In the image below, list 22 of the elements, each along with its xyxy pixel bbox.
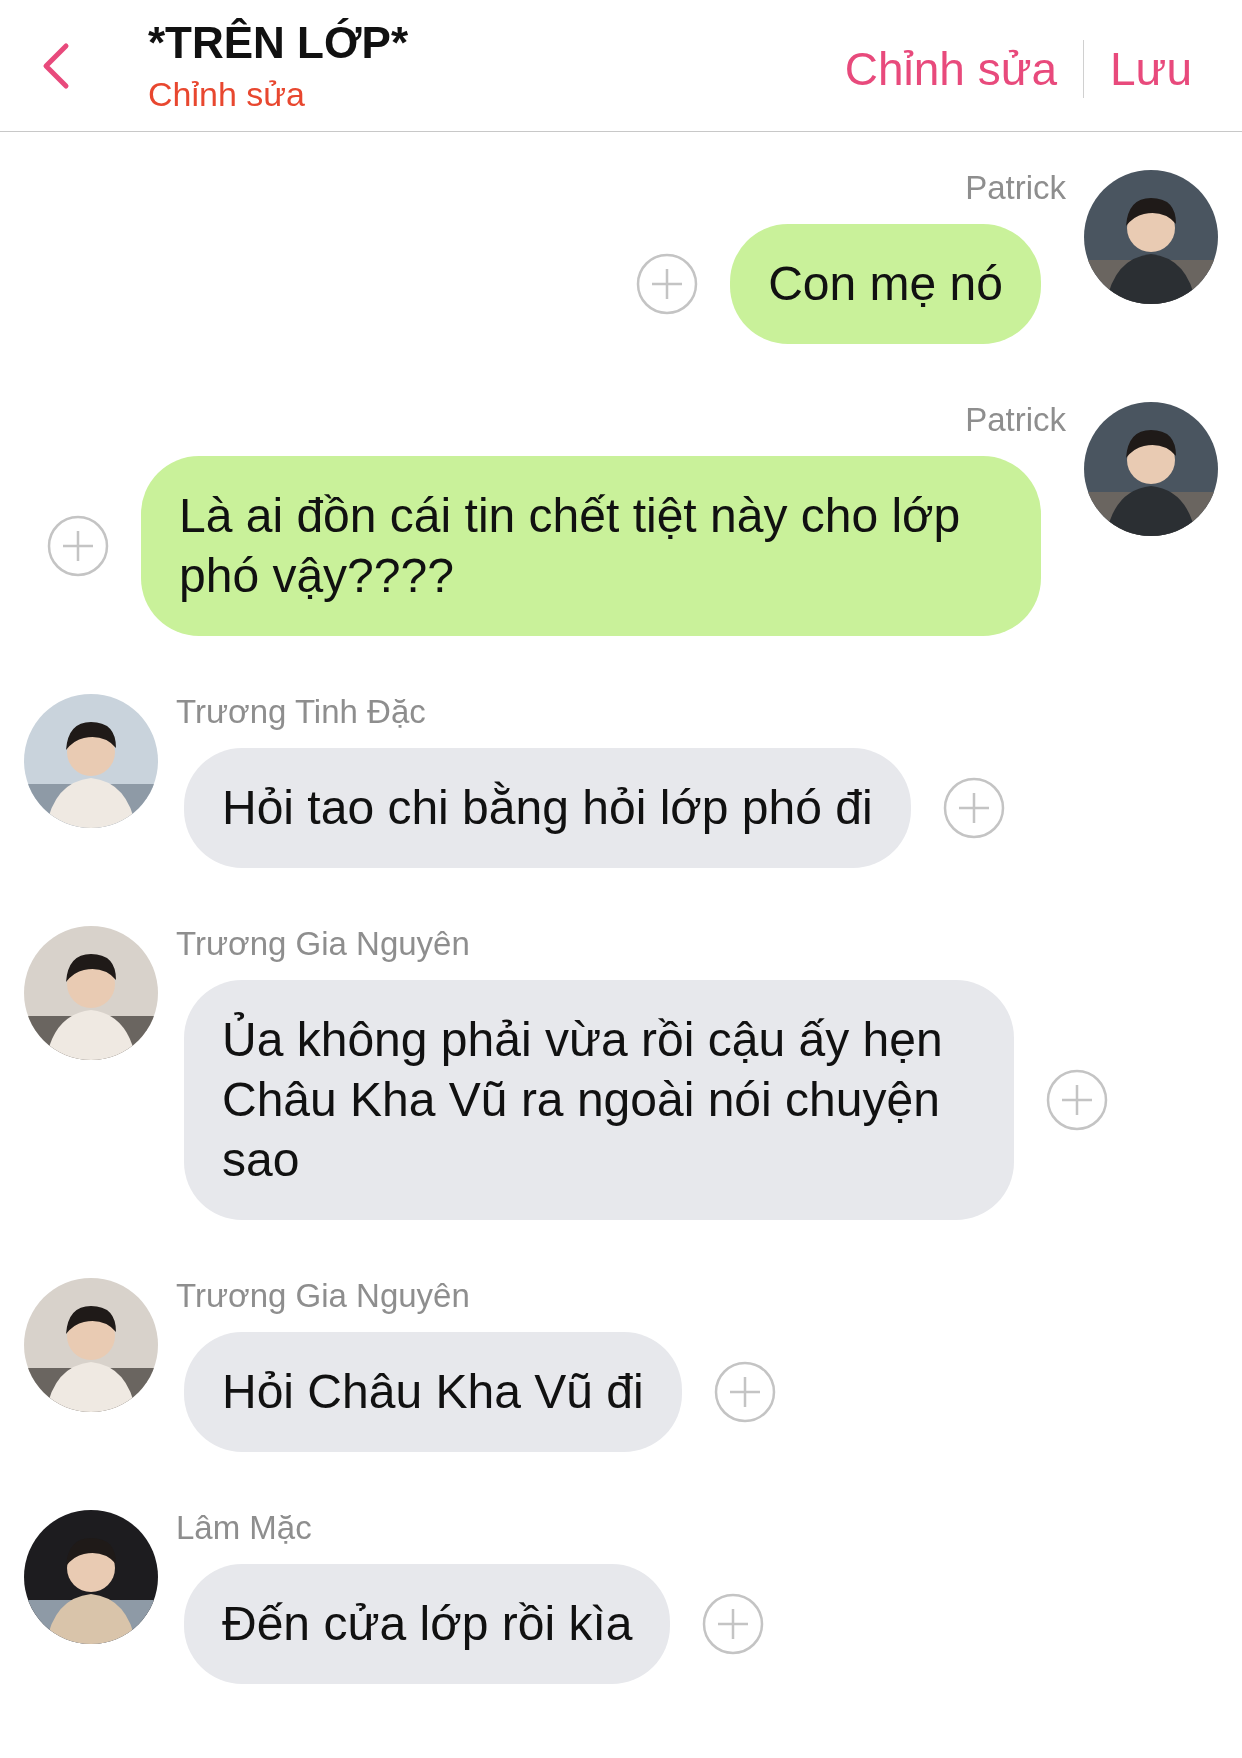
edit-button[interactable]: Chỉnh sửa: [818, 41, 1084, 96]
message-bubble: Ủa không phải vừa rồi cậu ấy hẹn Châu Kha Vũ ra ngoài nói chuyện sao: [184, 980, 1014, 1220]
add-reaction-icon[interactable]: [702, 1593, 765, 1655]
message-bubble: Hỏi Châu Kha Vũ đi: [184, 1332, 682, 1452]
sender-name: Trương Tinh Đặc: [176, 694, 426, 730]
sender-name: Trương Gia Nguyên: [176, 926, 470, 962]
add-reaction-icon[interactable]: [1046, 1069, 1108, 1131]
message-bubble: Đến cửa lớp rồi kìa: [184, 1564, 671, 1684]
message-bubble: Là ai đồn cái tin chết tiệt này cho lớp phó vậy????: [141, 456, 1041, 636]
sender-name: Patrick: [965, 170, 1066, 206]
message-bubble: Hỏi tao chi bằng hỏi lớp phó đi: [184, 748, 911, 868]
save-button[interactable]: Lưu: [1084, 41, 1218, 96]
add-reaction-icon[interactable]: [636, 253, 699, 315]
add-reaction-icon[interactable]: [942, 777, 1005, 839]
message-bubble: Con mẹ nó: [730, 224, 1041, 344]
sender-name: Patrick: [965, 402, 1066, 438]
chat-subtitle: Chỉnh sửa: [148, 73, 306, 115]
sender-name: Trương Gia Nguyên: [176, 1278, 470, 1314]
sender-name: Lâm Mặc: [176, 1510, 312, 1546]
chat-title: *TRÊN LỚP*: [148, 16, 409, 69]
add-reaction-icon[interactable]: [713, 1361, 776, 1423]
add-reaction-icon[interactable]: [47, 515, 109, 577]
